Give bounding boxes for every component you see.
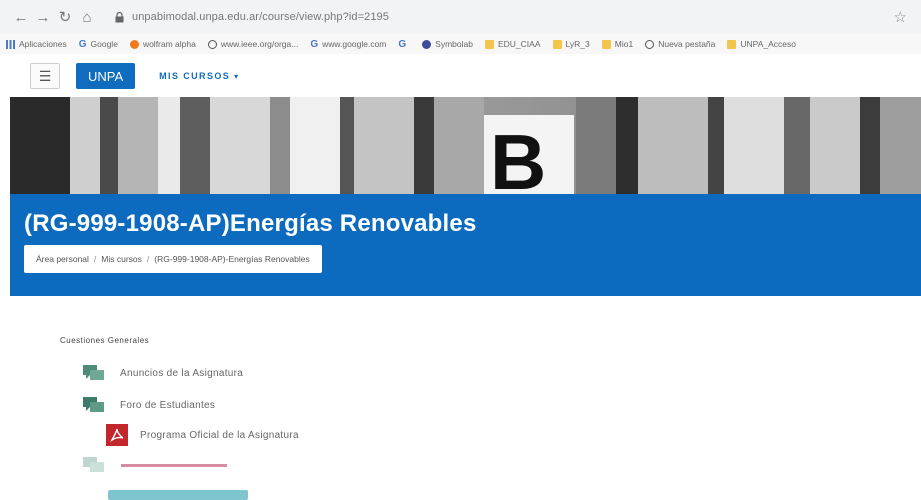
bookmark-label: UNPA_Acceso <box>740 39 796 49</box>
globe-icon <box>207 39 217 49</box>
chevron-down-icon: ▾ <box>234 71 240 81</box>
site-brand[interactable]: UNPA <box>76 63 136 89</box>
bookmark-item[interactable]: LyR_3 <box>552 39 590 49</box>
google-icon: G <box>398 38 407 50</box>
bookmark-item[interactable]: EDU_CIAA <box>484 39 541 49</box>
folder-icon <box>484 39 494 49</box>
back-arrow-icon[interactable]: ← <box>10 6 32 28</box>
forward-arrow-icon[interactable]: → <box>32 6 54 28</box>
bookmark-item[interactable]: Gwww.google.com <box>310 39 386 50</box>
breadcrumb-item-dashboard[interactable]: Área personal <box>36 254 89 264</box>
bookmark-item[interactable]: Aplicaciones <box>6 39 67 49</box>
bookmark-label: EDU_CIAA <box>497 39 541 49</box>
folder-icon <box>552 39 562 49</box>
bookmarks-bar: Aplicaciones G Google wolfram alpha www.ieee… <box>0 34 921 54</box>
activity-label: Programa Oficial de la Asignatura <box>140 429 299 441</box>
bookmark-item[interactable]: G <box>398 39 410 50</box>
folder-icon <box>727 39 737 49</box>
browser-toolbar: ← → ↻ ⌂ unpabimodal.unpa.edu.ar/course/v… <box>0 0 921 34</box>
pdf-icon <box>106 424 128 446</box>
forum-icon <box>82 454 108 476</box>
globe-icon <box>645 39 655 49</box>
folder-icon <box>601 39 611 49</box>
bookmark-label: Google <box>90 39 118 49</box>
forum-icon <box>82 394 108 416</box>
home-icon[interactable]: ⌂ <box>76 6 98 28</box>
address-bar[interactable]: unpabimodal.unpa.edu.ar/course/view.php?… <box>112 5 389 29</box>
activity-syllabus-pdf[interactable]: Programa Oficial de la Asignatura <box>106 424 299 446</box>
symbolab-icon <box>422 39 432 49</box>
google-icon: G <box>78 38 87 50</box>
bookmark-item[interactable]: wolfram alpha <box>129 39 196 49</box>
bookmark-item[interactable]: Mio1 <box>601 39 634 49</box>
page-title: (RG-999-1908-AP)Energías Renovables <box>24 210 477 237</box>
breadcrumb-item-my-courses[interactable]: Mis cursos <box>101 254 142 264</box>
wolfram-icon <box>129 39 139 49</box>
course-header-image: B <box>10 97 921 194</box>
reload-icon[interactable]: ↻ <box>54 6 76 28</box>
header-letter: B <box>490 118 546 194</box>
section-title: Cuestiones Generales <box>60 336 150 345</box>
bookmark-label: Nueva pestaña <box>658 39 716 49</box>
bookmark-label: www.ieee.org/orga... <box>220 39 299 49</box>
lock-icon <box>112 10 126 24</box>
breadcrumb-item-course[interactable]: (RG-999-1908-AP)-Energías Renovables <box>154 254 309 264</box>
activity-label: Anuncios de la Asignatura <box>120 367 244 379</box>
bookmark-item[interactable]: G Google <box>79 39 118 50</box>
breadcrumb-separator: / <box>146 254 150 264</box>
activity-student-forum[interactable]: Foro de Estudiantes <box>82 394 215 416</box>
bookmark-label: Aplicaciones <box>19 39 67 49</box>
breadcrumb: Área personal / Mis cursos / (RG-999-190… <box>24 245 322 273</box>
bookmark-label: wolfram alpha <box>142 39 196 49</box>
bookmark-item[interactable]: UNPA_Acceso <box>727 39 796 49</box>
apps-grid-icon <box>6 39 15 49</box>
activity-label: Foro de Estudiantes <box>120 399 216 411</box>
faded-activity-link[interactable] <box>121 464 227 467</box>
bookmark-star-icon[interactable]: ☆ <box>894 8 907 26</box>
url-text: unpabimodal.unpa.edu.ar/course/view.php?… <box>132 11 389 23</box>
activity-faded[interactable] <box>82 454 108 476</box>
bookmark-label: Symbolab <box>435 39 473 49</box>
my-courses-menu[interactable]: MIS CURSOS ▾ <box>159 71 239 81</box>
site-navbar: ☰ UNPA MIS CURSOS ▾ <box>0 56 921 96</box>
course-banner: (RG-999-1908-AP)Energías Renovables Área… <box>10 194 921 296</box>
activity-announcements[interactable]: Anuncios de la Asignatura <box>82 362 243 384</box>
bookmark-item[interactable]: www.ieee.org/orga... <box>207 39 299 49</box>
forum-icon <box>82 362 108 384</box>
bookmark-label: Mio1 <box>614 39 634 49</box>
bookmark-item[interactable]: Nueva pestaña <box>645 39 715 49</box>
menu-toggle-button[interactable]: ☰ <box>30 63 60 89</box>
my-courses-label: MIS CURSOS <box>159 71 231 81</box>
bookmark-item[interactable]: Symbolab <box>422 39 473 49</box>
bookmark-label: LyR_3 <box>565 39 590 49</box>
google-icon: G <box>310 38 319 50</box>
bookmark-label: www.google.com <box>322 39 387 49</box>
breadcrumb-separator: / <box>93 254 97 264</box>
faded-button[interactable] <box>108 490 248 500</box>
hamburger-icon: ☰ <box>38 67 52 84</box>
